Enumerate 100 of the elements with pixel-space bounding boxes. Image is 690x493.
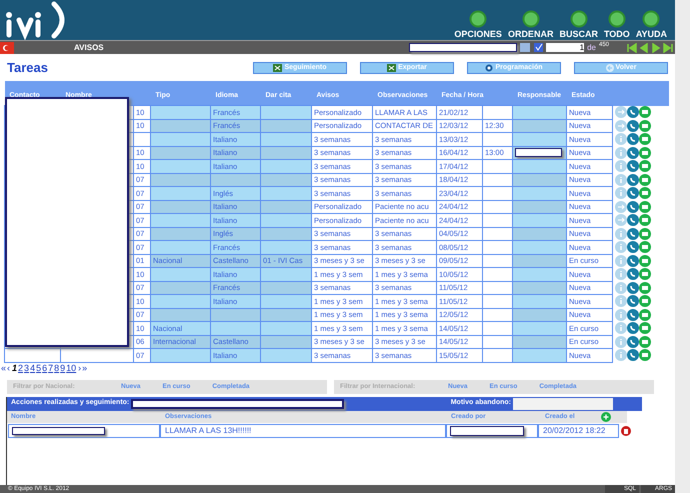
table-cell xyxy=(210,308,260,322)
page-field[interactable]: 1 xyxy=(546,43,584,52)
mail-icon[interactable] xyxy=(639,133,651,146)
table-cell xyxy=(260,200,312,214)
reason-field[interactable] xyxy=(513,398,613,410)
page-link[interactable]: 5 xyxy=(36,364,42,372)
phone-icon[interactable] xyxy=(627,146,639,159)
mail-icon[interactable] xyxy=(639,174,651,186)
add-icon[interactable] xyxy=(601,412,611,422)
table-cell xyxy=(482,106,512,119)
page-link[interactable]: 7 xyxy=(48,364,54,372)
mail-icon[interactable] xyxy=(639,282,651,294)
phone-icon[interactable] xyxy=(627,254,639,267)
phone-icon[interactable] xyxy=(627,282,639,294)
table-cell xyxy=(150,146,210,160)
action-icon[interactable] xyxy=(642,10,660,28)
text-field[interactable] xyxy=(515,148,562,158)
mail-icon[interactable] xyxy=(639,160,651,172)
header-action[interactable]: OPCIONES xyxy=(454,30,502,39)
phone-icon[interactable] xyxy=(627,336,639,348)
text-field[interactable] xyxy=(131,398,344,408)
mail-icon[interactable] xyxy=(639,200,651,213)
toolbar-title: AVISOS xyxy=(74,42,104,54)
action-icon[interactable] xyxy=(469,10,488,28)
checkbox-icon[interactable] xyxy=(534,43,544,52)
of-label: de xyxy=(587,42,596,54)
phone-icon[interactable] xyxy=(627,349,639,362)
phone-icon[interactable] xyxy=(627,106,639,118)
mail-icon[interactable] xyxy=(639,228,651,240)
phone-icon[interactable] xyxy=(627,133,639,146)
first-page-link[interactable]: « xyxy=(1,364,6,372)
mail-icon[interactable] xyxy=(639,187,651,200)
table-cell xyxy=(150,240,210,254)
page-link[interactable]: 3 xyxy=(24,364,30,372)
table-cell xyxy=(150,186,210,200)
mail-icon[interactable] xyxy=(639,146,651,159)
header-action[interactable]: TODO xyxy=(604,30,630,39)
mail-icon[interactable] xyxy=(639,322,651,334)
phone-icon[interactable] xyxy=(627,322,639,334)
page-link[interactable]: 8 xyxy=(54,364,60,372)
text-field[interactable] xyxy=(450,426,524,436)
table-cell xyxy=(260,132,312,146)
page-link[interactable]: 10 xyxy=(66,364,76,372)
table-cell xyxy=(150,119,210,132)
mail-icon[interactable] xyxy=(639,254,651,267)
table-cell xyxy=(150,214,210,227)
page-link[interactable]: 9 xyxy=(60,364,66,372)
phone-icon[interactable] xyxy=(627,295,639,308)
page-link[interactable]: 2 xyxy=(18,364,24,372)
page-link[interactable]: 1 xyxy=(12,364,18,372)
action-icon[interactable] xyxy=(608,10,626,28)
phone-icon[interactable] xyxy=(627,241,639,254)
table-cell xyxy=(260,268,312,281)
mail-icon[interactable] xyxy=(639,120,651,132)
table-cell xyxy=(260,294,312,308)
text-field[interactable] xyxy=(409,43,518,52)
action-icon[interactable] xyxy=(522,10,540,28)
phone-icon[interactable] xyxy=(627,228,639,240)
phone-icon[interactable] xyxy=(627,308,639,321)
mail-icon[interactable] xyxy=(639,268,651,280)
settings-icon xyxy=(485,64,494,72)
mail-icon[interactable] xyxy=(639,336,651,348)
page-link[interactable]: 6 xyxy=(42,364,48,372)
table-cell xyxy=(150,308,210,322)
table-cell xyxy=(260,106,312,119)
table-cell xyxy=(260,240,312,254)
phone-icon[interactable] xyxy=(627,214,639,226)
table-cell xyxy=(150,173,210,186)
mail-icon[interactable] xyxy=(639,214,651,226)
header-action[interactable]: ORDENAR xyxy=(508,30,554,39)
text-field[interactable] xyxy=(12,426,105,434)
nav-arrow-icon[interactable] xyxy=(627,42,637,52)
phone-icon[interactable] xyxy=(627,200,639,213)
next-page-link[interactable]: › xyxy=(78,364,82,372)
mail-icon[interactable] xyxy=(639,241,651,254)
folder-icon[interactable] xyxy=(520,43,530,52)
action-icon[interactable] xyxy=(570,10,588,28)
phone-icon[interactable] xyxy=(627,268,639,280)
mail-icon[interactable] xyxy=(639,106,651,118)
header-action[interactable]: AYUDA xyxy=(636,30,667,39)
mail-icon[interactable] xyxy=(639,295,651,308)
phone-icon[interactable] xyxy=(627,160,639,172)
previous-page-link[interactable]: ‹ xyxy=(7,364,10,372)
table-cell xyxy=(150,348,210,362)
last-page-link[interactable]: » xyxy=(82,364,88,372)
page-link[interactable]: 4 xyxy=(30,364,36,372)
header-action[interactable]: BUSCAR xyxy=(559,30,598,39)
delete-icon[interactable] xyxy=(621,426,631,436)
table-cell xyxy=(150,294,210,308)
mail-icon[interactable] xyxy=(639,308,651,321)
mail-icon[interactable] xyxy=(639,349,651,362)
phone-icon[interactable] xyxy=(627,174,639,186)
table-cell xyxy=(260,308,312,322)
table-cell xyxy=(260,119,312,132)
nav-arrow-icon[interactable] xyxy=(663,42,673,52)
page-title: Tareas xyxy=(7,58,49,77)
table-cell xyxy=(260,227,312,240)
phone-icon[interactable] xyxy=(627,187,639,200)
table-cell xyxy=(260,335,312,348)
phone-icon[interactable] xyxy=(627,120,639,132)
